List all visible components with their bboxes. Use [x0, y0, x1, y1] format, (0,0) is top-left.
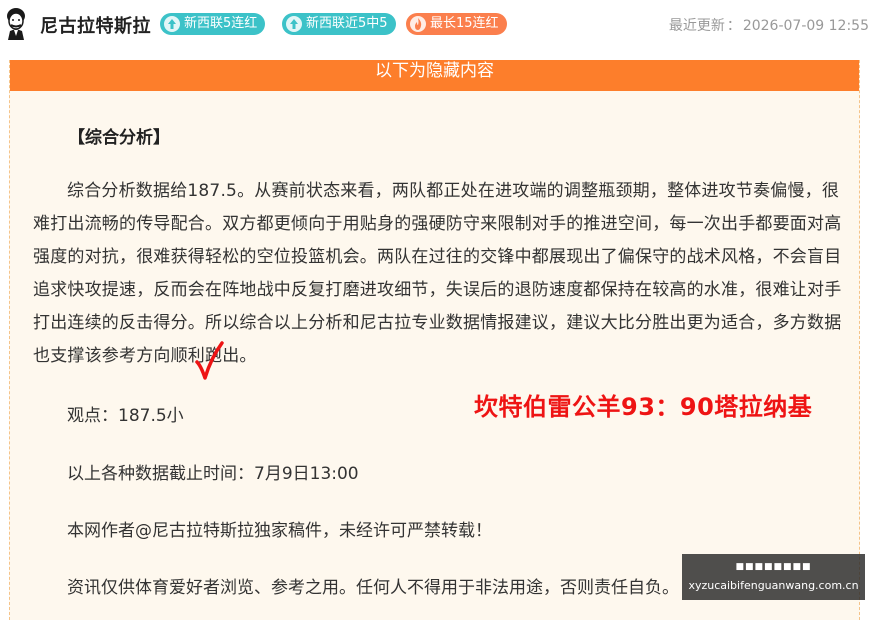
pick-line: 观点：187.5小: [67, 406, 184, 426]
badge-recent-record: 新西联近5中5: [282, 13, 396, 35]
badge-label: 新西联5连红: [184, 16, 258, 31]
last-updated: 最近更新： 2026-07-09 12:55: [669, 15, 869, 35]
watermark-url: xyzucaibifenguanwang.com.cn: [688, 579, 859, 592]
flame-icon: [410, 16, 426, 32]
updated-label: 最近更新: [668, 18, 725, 34]
analysis-paragraph: 综合分析数据给187.5。从赛前状态来看，两队都正处在进攻端的调整瓶颈期，整体进…: [33, 181, 842, 366]
disclaimer-notice: 资讯仅供体育爱好者浏览、参考之用。任何人不得用于非法用途，否则责任自负。: [67, 578, 679, 598]
updated-separator: ：: [726, 18, 741, 34]
site-watermark: ■■■■■■■■ xyzucaibifenguanwang.com.cn: [682, 554, 865, 600]
hidden-content-banner: 以下为隐藏内容: [10, 60, 859, 91]
badge-label: 最长15连红: [430, 16, 499, 31]
watermark-top-text: ■■■■■■■■: [735, 562, 812, 572]
section-title: 【综合分析】: [68, 128, 170, 148]
header: 尼古拉特斯拉 新西联5连红 新西联近5中5 最长15连红 最近更新： 2026-0…: [0, 0, 875, 48]
article-content: 以下为隐藏内容 【综合分析】 综合分析数据给187.5。从赛前状态来看，两队都正…: [9, 60, 860, 620]
author-avatar[interactable]: [2, 6, 30, 40]
copyright-notice: 本网作者@尼古拉特斯拉独家稿件，未经许可严禁转载！: [67, 521, 492, 541]
badge-win-streak: 新西联5连红: [160, 13, 266, 35]
arrow-up-icon: [164, 16, 180, 32]
checkmark-icon: [194, 340, 224, 382]
arrow-up-icon: [286, 16, 302, 32]
badge-label: 新西联近5中5: [306, 16, 388, 31]
data-cutoff-line: 以上各种数据截止时间：7月9日13:00: [67, 464, 359, 484]
badge-longest-streak: 最长15连红: [406, 13, 507, 35]
final-score-overlay: 坎特伯雷公羊93：90塔拉纳基: [474, 393, 813, 421]
updated-time: 2026-07-09 12:55: [742, 18, 869, 34]
author-name[interactable]: 尼古拉特斯拉: [40, 12, 151, 38]
